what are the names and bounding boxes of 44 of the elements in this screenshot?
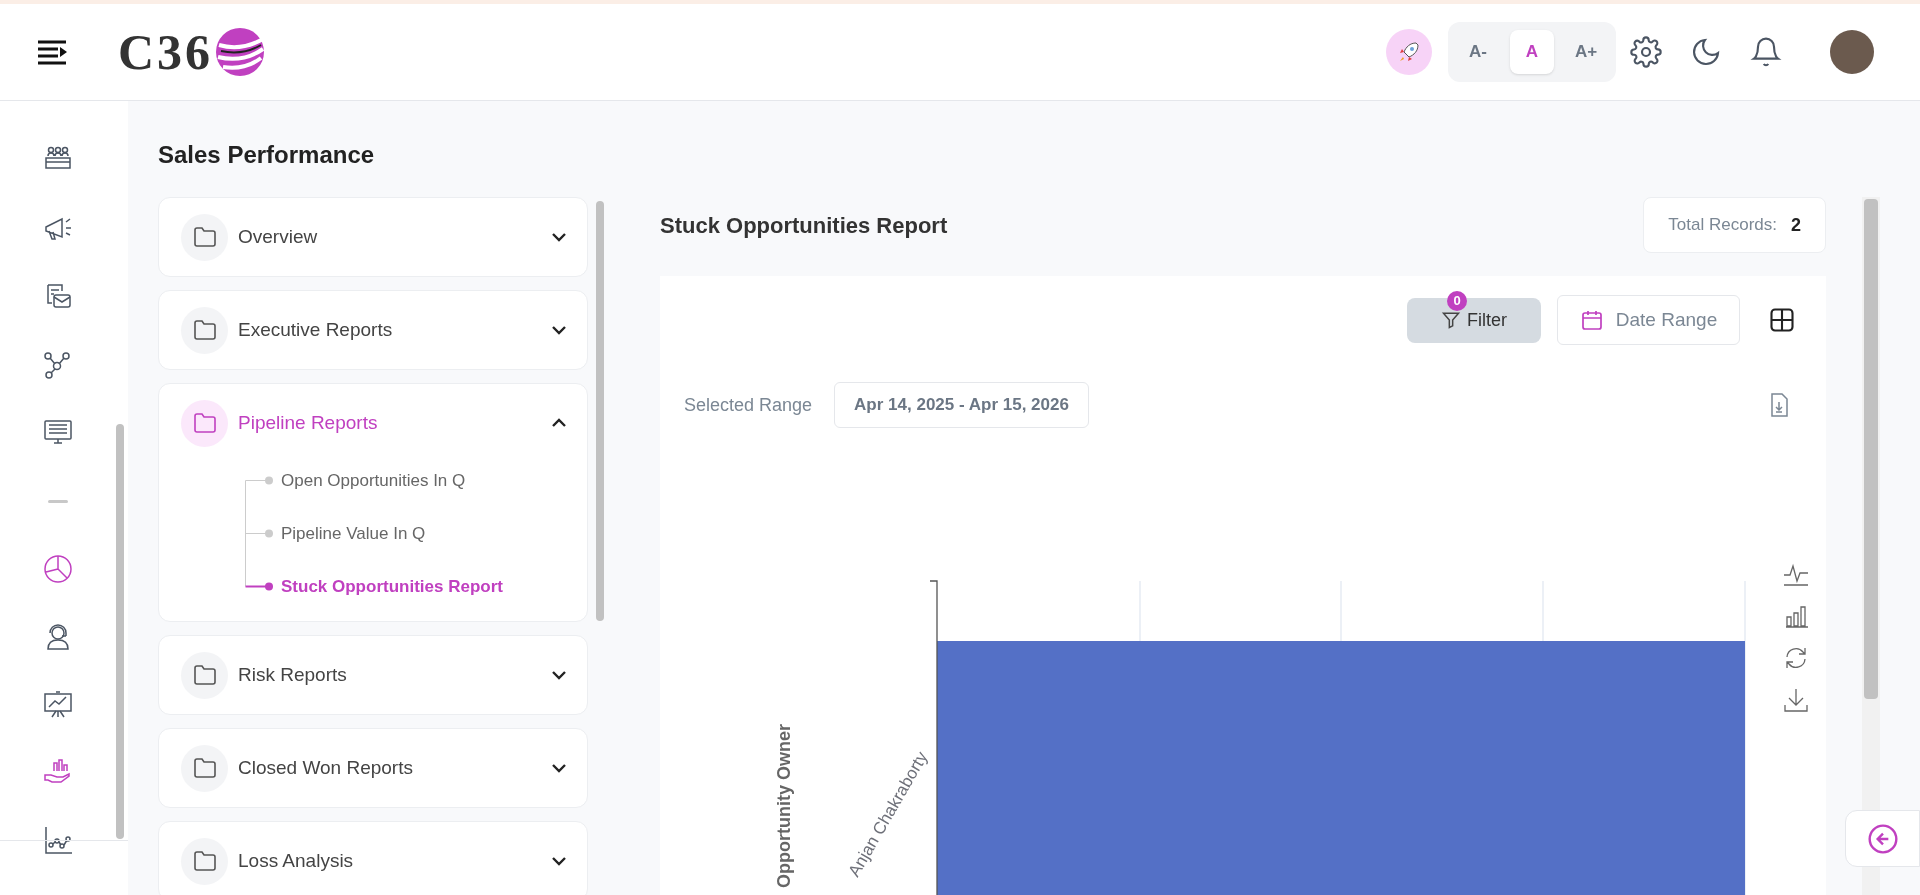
folder-icon — [181, 744, 228, 792]
panel-scrollbar[interactable] — [596, 201, 604, 621]
report-group-label[interactable]: Closed Won Reports — [238, 753, 413, 783]
report-link[interactable]: Pipeline Value In Q — [281, 520, 426, 547]
font-size-button[interactable]: A- — [1456, 30, 1500, 74]
filter-count-badge: 0 — [1447, 291, 1467, 311]
settings-icon[interactable] — [1630, 36, 1662, 68]
report-group-label[interactable]: Risk Reports — [238, 660, 347, 690]
selected-range-label: Selected Range — [684, 393, 813, 417]
folder-icon — [181, 306, 228, 354]
rocket-icon[interactable] — [1386, 29, 1432, 75]
bar-chart-icon[interactable] — [1783, 603, 1809, 629]
calendar-icon — [1579, 308, 1604, 332]
folder-icon — [181, 399, 228, 447]
folder-icon — [181, 651, 228, 699]
grid-layout-icon[interactable] — [1768, 306, 1796, 334]
font-size-button[interactable]: A+ — [1564, 30, 1608, 74]
collapse-panel-button[interactable] — [1845, 810, 1920, 867]
moon-icon[interactable] — [1690, 36, 1722, 68]
total-records-value: 2 — [1791, 213, 1801, 237]
folder-icon — [181, 213, 228, 261]
folder-icon — [181, 837, 228, 885]
filter-icon — [1441, 310, 1461, 330]
font-size-button[interactable]: A — [1510, 30, 1554, 74]
date-range-button[interactable]: Date Range — [1557, 295, 1740, 345]
report-link[interactable]: Stuck Opportunities Report — [281, 573, 503, 600]
avatar[interactable] — [1830, 30, 1874, 74]
bell-icon[interactable] — [1750, 36, 1782, 68]
report-group-label[interactable]: Overview — [238, 222, 318, 252]
logo: C36 — [118, 14, 268, 90]
sidebar-scrollbar[interactable] — [116, 424, 124, 839]
page-title: Sales Performance — [158, 140, 376, 170]
report-title: Stuck Opportunities Report — [660, 211, 948, 240]
page-scrollbar[interactable] — [1862, 197, 1880, 895]
total-records-label: Total Records: — [1668, 214, 1777, 237]
report-group-label[interactable]: Loss Analysis — [238, 846, 354, 876]
report-link[interactable]: Open Opportunities In Q — [281, 467, 466, 494]
refresh-icon[interactable] — [1783, 645, 1809, 671]
report-group-label[interactable]: Pipeline Reports — [238, 408, 378, 438]
report-group-label[interactable]: Executive Reports — [238, 315, 393, 345]
download-icon[interactable] — [1783, 687, 1809, 713]
selected-range-value: Apr 14, 2025 - Apr 15, 2026 — [834, 382, 1089, 428]
pie-chart-icon[interactable] — [41, 553, 74, 585]
axis-title: Opportunity Owner — [774, 724, 794, 888]
